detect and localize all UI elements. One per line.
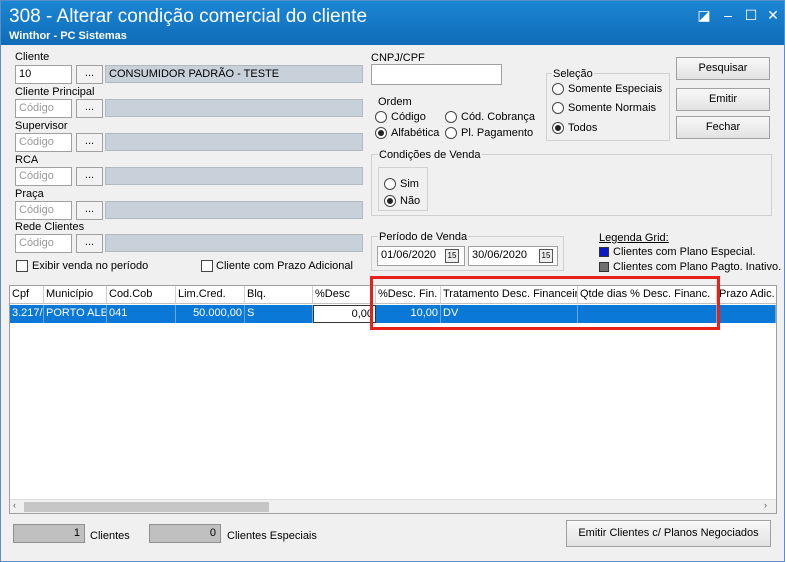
condicoes-nao-radio[interactable] xyxy=(384,195,396,207)
legenda-especial-swatch xyxy=(599,247,609,257)
close-icon[interactable]: ✕ xyxy=(762,5,784,25)
pesquisar-button[interactable]: Pesquisar xyxy=(676,57,770,80)
rca-name-field xyxy=(105,167,363,185)
legenda-especial-label: Clientes com Plano Especial. xyxy=(613,246,756,258)
somente-especiais-label: Somente Especiais xyxy=(568,83,663,95)
todos-radio[interactable] xyxy=(552,122,564,134)
emitir-button[interactable]: Emitir xyxy=(676,88,770,111)
scroll-left-icon[interactable]: ‹ xyxy=(13,500,23,513)
column-header[interactable]: Blq. xyxy=(245,286,313,304)
condicoes-sim-label: Sim xyxy=(400,178,419,190)
cliente-principal-name-field xyxy=(105,99,363,117)
table-cell: 041 xyxy=(107,305,176,323)
condicoes-title: Condições de Venda xyxy=(378,149,482,161)
prazo-adicional-label: Cliente com Prazo Adicional xyxy=(216,260,353,272)
rca-search-button[interactable]: ... xyxy=(76,167,103,186)
ordem-pl-pagamento-label: Pl. Pagamento xyxy=(461,127,534,139)
legenda-title: Legenda Grid: xyxy=(599,232,669,244)
rca-input[interactable]: Código xyxy=(15,167,72,186)
table-cell: PORTO ALE xyxy=(44,305,107,323)
supervisor-name-field xyxy=(105,133,363,151)
exibir-venda-checkbox[interactable] xyxy=(16,260,28,272)
supervisor-input[interactable]: Código xyxy=(15,133,72,152)
cliente-principal-search-button[interactable]: ... xyxy=(76,99,103,118)
fechar-button[interactable]: Fechar xyxy=(676,116,770,139)
cliente-principal-input[interactable]: Código xyxy=(15,99,72,118)
clientes-especiais-label: Clientes Especiais xyxy=(227,530,317,542)
ordem-codigo-label: Código xyxy=(391,111,426,123)
cliente-principal-label: Cliente Principal xyxy=(15,86,95,98)
window-title: 308 - Alterar condição comercial do clie… xyxy=(9,6,368,27)
ordem-alfabetica-label: Alfabética xyxy=(391,127,440,139)
condicoes-nao-label: Não xyxy=(400,195,421,207)
ordem-pl-pagamento-radio[interactable] xyxy=(445,127,457,139)
todos-label: Todos xyxy=(568,122,598,134)
supervisor-label: Supervisor xyxy=(15,120,68,132)
table-cell: S xyxy=(245,305,313,323)
cnpj-input[interactable] xyxy=(371,64,502,85)
maximize-icon[interactable]: ☐ xyxy=(740,5,762,25)
horizontal-scroll-thumb[interactable] xyxy=(24,502,269,512)
cliente-search-button[interactable]: ... xyxy=(76,65,103,84)
calendar-icon[interactable]: 15 xyxy=(539,249,553,263)
clientes-especiais-count: 0 xyxy=(149,524,221,543)
column-header[interactable]: Cpf xyxy=(10,286,44,304)
restore-icon[interactable]: ◪ xyxy=(693,5,715,25)
highlight-box xyxy=(370,276,720,330)
cnpj-label: CNPJ/CPF xyxy=(371,52,425,64)
table-cell xyxy=(717,305,776,323)
main-window: 308 - Alterar condição comercial do clie… xyxy=(0,0,785,562)
periodo-title: Período de Venda xyxy=(378,231,469,243)
praca-input[interactable]: Código xyxy=(15,201,72,220)
ordem-alfabetica-radio[interactable] xyxy=(375,127,387,139)
column-header[interactable]: Município xyxy=(44,286,107,304)
table-cell: 3.217/0 xyxy=(10,305,44,323)
scroll-right-icon[interactable]: › xyxy=(764,500,774,513)
title-bar: 308 - Alterar condição comercial do clie… xyxy=(1,1,784,45)
ordem-title: Ordem xyxy=(378,96,412,108)
minimize-icon[interactable]: – xyxy=(717,5,739,25)
ordem-codigo-radio[interactable] xyxy=(375,111,387,123)
somente-normais-label: Somente Normais xyxy=(568,102,657,114)
praca-label: Praça xyxy=(15,188,44,200)
rede-clientes-label: Rede Clientes xyxy=(15,221,85,233)
selecao-title: Seleção xyxy=(552,68,594,80)
cliente-name-field: CONSUMIDOR PADRÃO - TESTE xyxy=(105,65,363,83)
column-header[interactable]: Lim.Cred. xyxy=(176,286,245,304)
clientes-count: 1 xyxy=(13,524,85,543)
window-subtitle: Winthor - PC Sistemas xyxy=(9,30,127,42)
legenda-inativo-swatch xyxy=(599,262,609,272)
column-header[interactable]: Cod.Cob xyxy=(107,286,176,304)
table-cell-editing[interactable]: 0,00 xyxy=(313,305,376,323)
emitir-clientes-button[interactable]: Emitir Clientes c/ Planos Negociados xyxy=(566,520,771,547)
cliente-label: Cliente xyxy=(15,51,50,63)
prazo-adicional-checkbox[interactable] xyxy=(201,260,213,272)
rede-clientes-name-field xyxy=(105,234,363,252)
ordem-cod-cobranca-radio[interactable] xyxy=(445,111,457,123)
clientes-label: Clientes xyxy=(90,530,130,542)
calendar-icon[interactable]: 15 xyxy=(445,249,459,263)
rca-label: RCA xyxy=(15,154,39,166)
supervisor-search-button[interactable]: ... xyxy=(76,133,103,152)
rede-clientes-search-button[interactable]: ... xyxy=(76,234,103,253)
praca-search-button[interactable]: ... xyxy=(76,201,103,220)
ordem-cod-cobranca-label: Cód. Cobrança xyxy=(461,111,535,123)
legenda-inativo-label: Clientes com Plano Pagto. Inativo. xyxy=(613,261,782,273)
table-cell: 50.000,00 xyxy=(176,305,245,323)
condicoes-group xyxy=(371,154,772,216)
exibir-venda-label: Exibir venda no período xyxy=(32,260,149,272)
somente-normais-radio[interactable] xyxy=(552,102,564,114)
cliente-code-input[interactable]: 10 xyxy=(15,65,72,84)
praca-name-field xyxy=(105,201,363,219)
condicoes-sim-radio[interactable] xyxy=(384,178,396,190)
rede-clientes-input[interactable]: Código xyxy=(15,234,72,253)
somente-especiais-radio[interactable] xyxy=(552,83,564,95)
column-header[interactable]: Prazo Adic. xyxy=(717,286,776,304)
column-header[interactable]: %Desc xyxy=(313,286,376,304)
